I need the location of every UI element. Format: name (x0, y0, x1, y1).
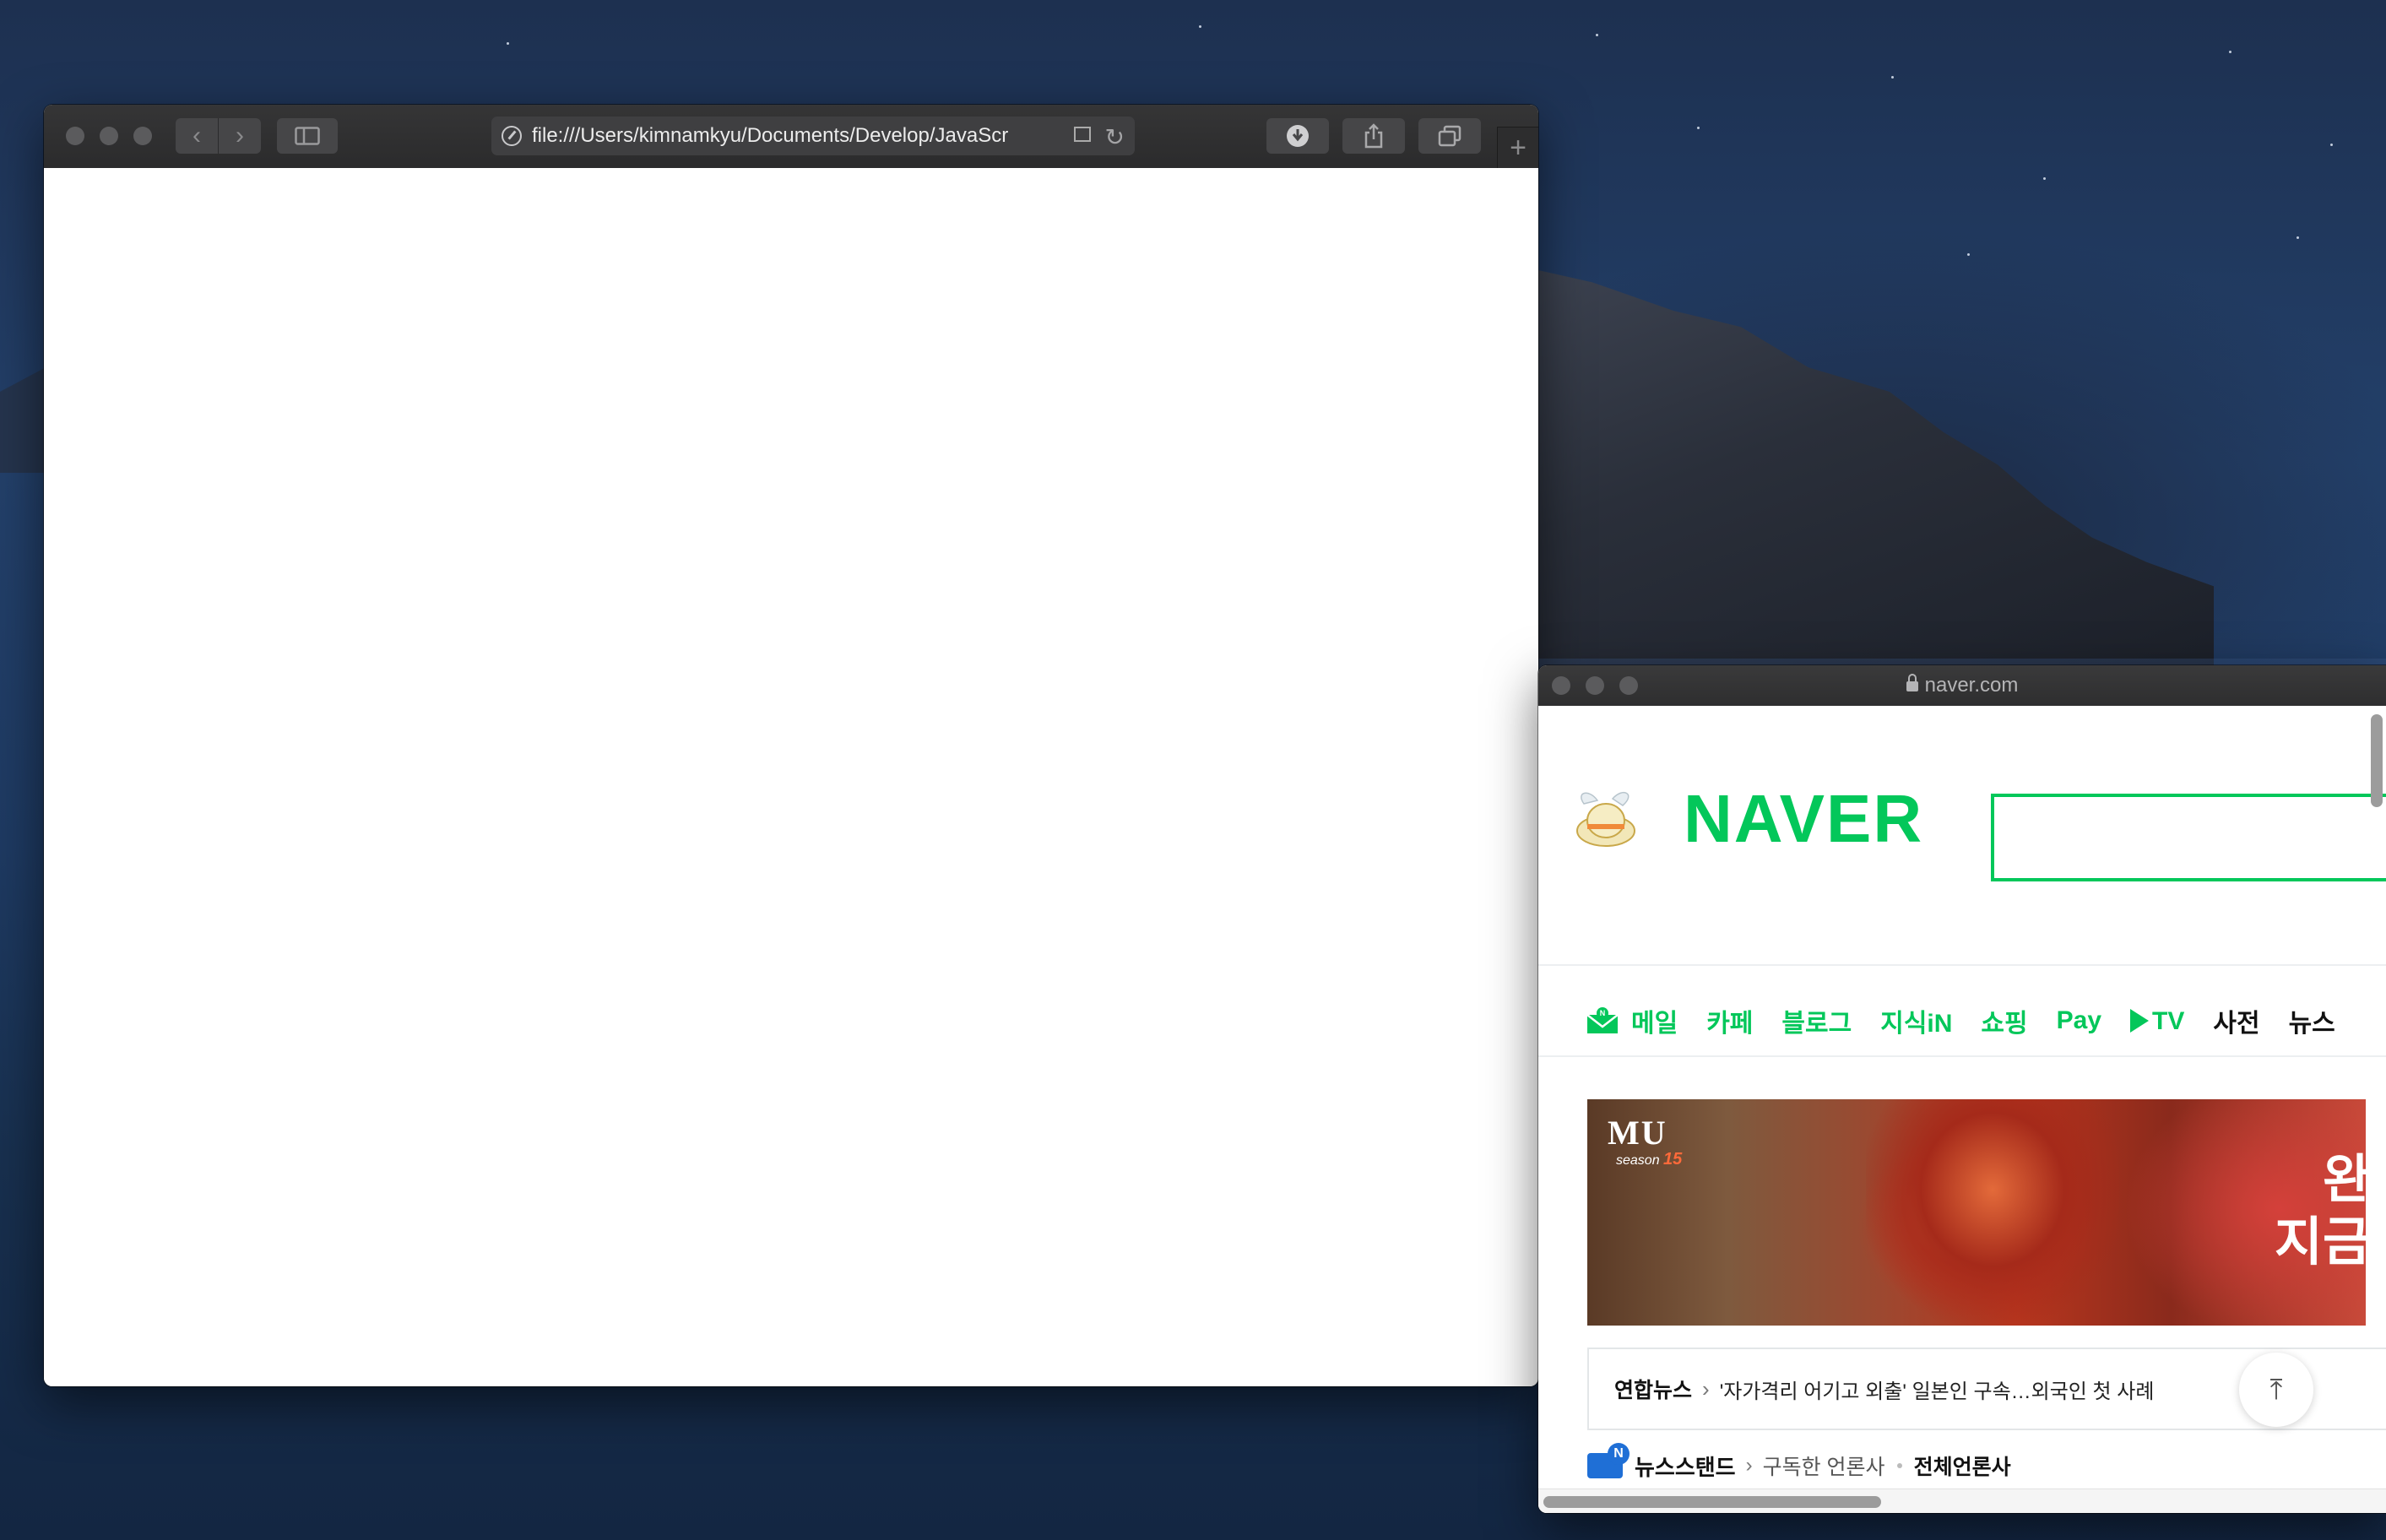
vertical-scrollbar[interactable] (2371, 714, 2383, 807)
close-window-button[interactable] (66, 127, 84, 145)
divider (1538, 964, 2386, 966)
newsstand-icon (1587, 1443, 1630, 1478)
banner-season: season 15 (1616, 1150, 1682, 1169)
search-input[interactable] (1991, 794, 2386, 881)
nav-kin[interactable]: 지식iN (1880, 1002, 1952, 1039)
nav-blog[interactable]: 블로그 (1781, 1002, 1852, 1039)
download-icon (1287, 125, 1309, 147)
divider (1538, 1055, 2386, 1057)
sidebar-toggle-button[interactable] (277, 118, 338, 154)
ad-banner[interactable]: MU season 15 완 지금 (1587, 1099, 2366, 1326)
wallpaper-left-cliff (0, 365, 51, 473)
new-tab-button[interactable]: + (1497, 127, 1538, 169)
chevron-right-icon: › (1702, 1375, 1710, 1402)
newsstand-subscribed[interactable]: 구독한 언론사 (1763, 1451, 1885, 1481)
address-url[interactable]: file:///Users/kimnamkyu/Documents/Develo… (532, 124, 1038, 148)
domain-text: naver.com (1924, 674, 2019, 697)
newsstand-label[interactable]: 뉴스스탠드 (1635, 1451, 1736, 1482)
page-content-blank[interactable] (44, 168, 1538, 1386)
star (1199, 25, 1201, 28)
news-headline[interactable]: '자가격리 어기고 외출' 일본인 구속…외국인 첫 사례 (1720, 1375, 2155, 1404)
service-nav: N 메일 카페 블로그 지식iN 쇼핑 Pay TV 사전 뉴스 (1586, 1000, 2364, 1042)
safari-window-naver: naver.com NAVER N 메일 카페 블로그 지식iN 쇼핑 Pay … (1538, 665, 2386, 1513)
naver-page: NAVER N 메일 카페 블로그 지식iN 쇼핑 Pay TV 사전 뉴스 M… (1538, 706, 2386, 1513)
svg-text:N: N (1600, 1009, 1606, 1017)
chevron-right-icon: › (1745, 1454, 1753, 1477)
reload-icon[interactable]: ↻ (1105, 123, 1125, 151)
address-bar[interactable]: file:///Users/kimnamkyu/Documents/Develo… (491, 117, 1135, 155)
star (2229, 51, 2231, 53)
star (2297, 236, 2299, 239)
minimize-window-button[interactable] (100, 127, 118, 145)
tabs-overview-button[interactable] (1418, 118, 1481, 154)
safari-toolbar: ‹ › file:///Users/kimnamkyu/Documents/De… (44, 105, 1538, 169)
scroll-to-top-button[interactable]: ⤒ (2239, 1353, 2313, 1427)
nav-pay[interactable]: Pay (2057, 1006, 2101, 1035)
banner-season-number: 15 (1663, 1150, 1683, 1169)
domain-label[interactable]: naver.com (1538, 674, 2386, 697)
mail-icon: N (1586, 1007, 1619, 1033)
star (2330, 144, 2333, 146)
naver-logo-text[interactable]: NAVER (1684, 780, 1923, 858)
nav-tv-label: TV (2152, 1007, 2185, 1035)
arrow-up-icon: ⤒ (2269, 1373, 2283, 1406)
banner-game-title: MU (1608, 1114, 1667, 1152)
banner-season-label: season (1616, 1153, 1660, 1168)
banner-artwork (1866, 1099, 2119, 1326)
tabs-overview-icon (1438, 125, 1461, 147)
nav-dictionary[interactable]: 사전 (2213, 1002, 2259, 1039)
downloads-button[interactable] (1266, 118, 1329, 154)
star (1891, 76, 1894, 79)
newsstand-bar: 뉴스스탠드 › 구독한 언론사 전체언론사 (1587, 1443, 2011, 1483)
star (1596, 34, 1598, 36)
star (1697, 127, 1700, 129)
nav-mail[interactable]: 메일 (1631, 1002, 1678, 1039)
chevron-right-icon: › (236, 122, 244, 149)
nav-shopping[interactable]: 쇼핑 (1981, 1002, 2027, 1039)
dot-separator (1896, 1463, 1902, 1468)
wallpaper-cliff (1538, 270, 2214, 675)
newsstand-all[interactable]: 전체언론사 (1914, 1451, 2011, 1481)
forward-button[interactable]: › (219, 118, 261, 154)
zoom-window-button[interactable] (133, 127, 152, 145)
share-icon (1364, 123, 1383, 149)
sidebar-icon (295, 127, 320, 145)
chevron-left-icon: ‹ (193, 122, 201, 149)
plus-icon: + (1510, 132, 1526, 164)
horizontal-scroll-track (1538, 1488, 2386, 1513)
safari-window-main: ‹ › file:///Users/kimnamkyu/Documents/De… (44, 105, 1538, 1386)
naver-titlebar: naver.com (1538, 665, 2386, 707)
compass-icon (502, 126, 522, 146)
naver-hat-logo-icon[interactable] (1572, 787, 1638, 853)
banner-cta-line2: 지금 (2274, 1213, 2366, 1272)
back-button[interactable]: ‹ (176, 118, 219, 154)
nav-tv[interactable]: TV (2130, 1006, 2184, 1036)
share-button[interactable] (1342, 118, 1405, 154)
nav-news[interactable]: 뉴스 (2289, 1002, 2335, 1039)
nav-cafe[interactable]: 카페 (1706, 1002, 1753, 1039)
star (1967, 253, 1970, 256)
lock-icon (1906, 674, 1918, 691)
reader-view-icon[interactable] (1074, 127, 1091, 142)
star (2043, 177, 2046, 180)
star (507, 42, 509, 45)
news-source[interactable]: 연합뉴스 (1614, 1374, 1692, 1404)
horizontal-scrollbar[interactable] (1543, 1496, 1881, 1508)
play-icon (2130, 1009, 2150, 1033)
